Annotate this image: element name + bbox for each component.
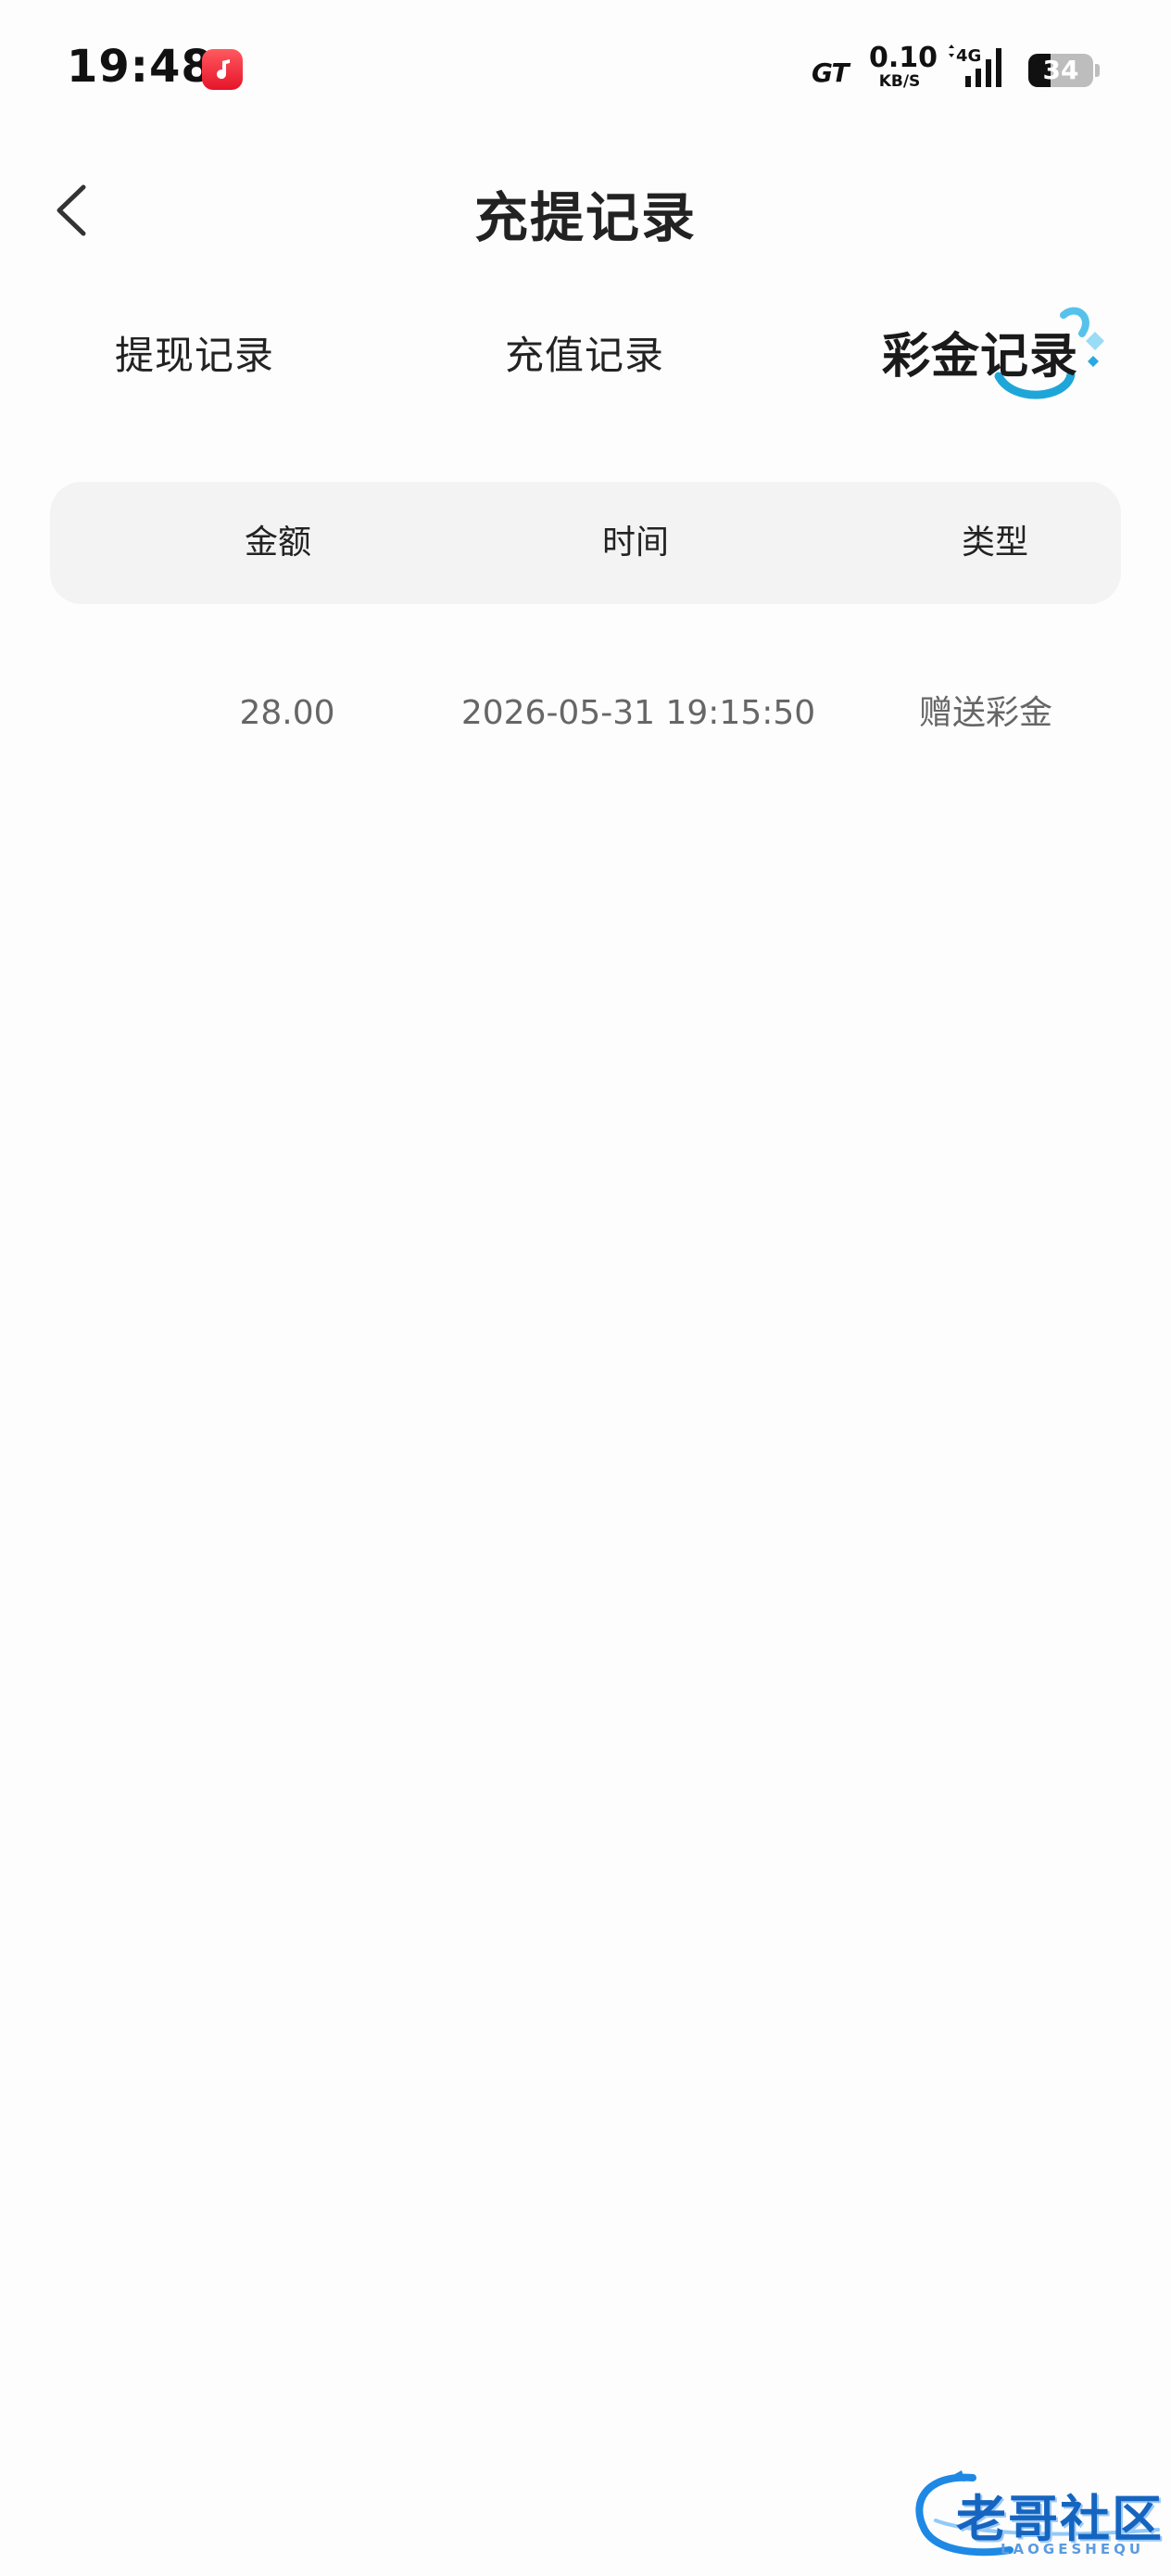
- watermark-subtext: LAOGESHEQU: [1001, 2541, 1145, 2557]
- music-notification-icon: [202, 49, 243, 90]
- watermark-logo: 老哥社区 LAOGESHEQU: [908, 2465, 1167, 2567]
- battery-level-text: 34: [1042, 55, 1079, 85]
- network-speed: 0.10 KB/S: [869, 42, 938, 91]
- row-amount: 28.00: [239, 694, 335, 732]
- row-time: 2026-05-31 19:15:50: [460, 694, 816, 732]
- status-bar: 19:48 GT 0.10 KB/S 4G 34: [0, 0, 1171, 139]
- table-header: 金额 时间 类型: [50, 482, 1121, 604]
- row-type: 赠送彩金: [918, 694, 1052, 732]
- page-header: 充提记录: [0, 158, 1171, 259]
- tab-recharge-records[interactable]: 充值记录: [505, 324, 664, 381]
- signal-type-label: 4G: [956, 46, 982, 66]
- network-brand-icon: GT: [812, 57, 850, 88]
- column-header-type: 类型: [961, 524, 1028, 562]
- record-tabs: 提现记录 充值记录 彩金记录: [0, 297, 1171, 426]
- status-time: 19:48: [67, 41, 213, 93]
- table-row: 28.00 2026-05-31 19:15:50 赠送彩金: [50, 667, 1121, 760]
- network-speed-unit: KB/S: [878, 72, 921, 91]
- column-header-time: 时间: [601, 524, 669, 562]
- battery-icon: 34: [1028, 54, 1093, 87]
- cellular-signal-icon: 4G: [945, 44, 1012, 91]
- page-title: 充提记录: [473, 186, 697, 249]
- tab-bonus-records[interactable]: 彩金记录: [882, 317, 1078, 386]
- column-header-amount: 金额: [244, 524, 311, 562]
- tab-withdraw-records[interactable]: 提现记录: [115, 324, 274, 381]
- battery-nub: [1095, 64, 1100, 77]
- network-speed-value: 0.10: [869, 42, 938, 74]
